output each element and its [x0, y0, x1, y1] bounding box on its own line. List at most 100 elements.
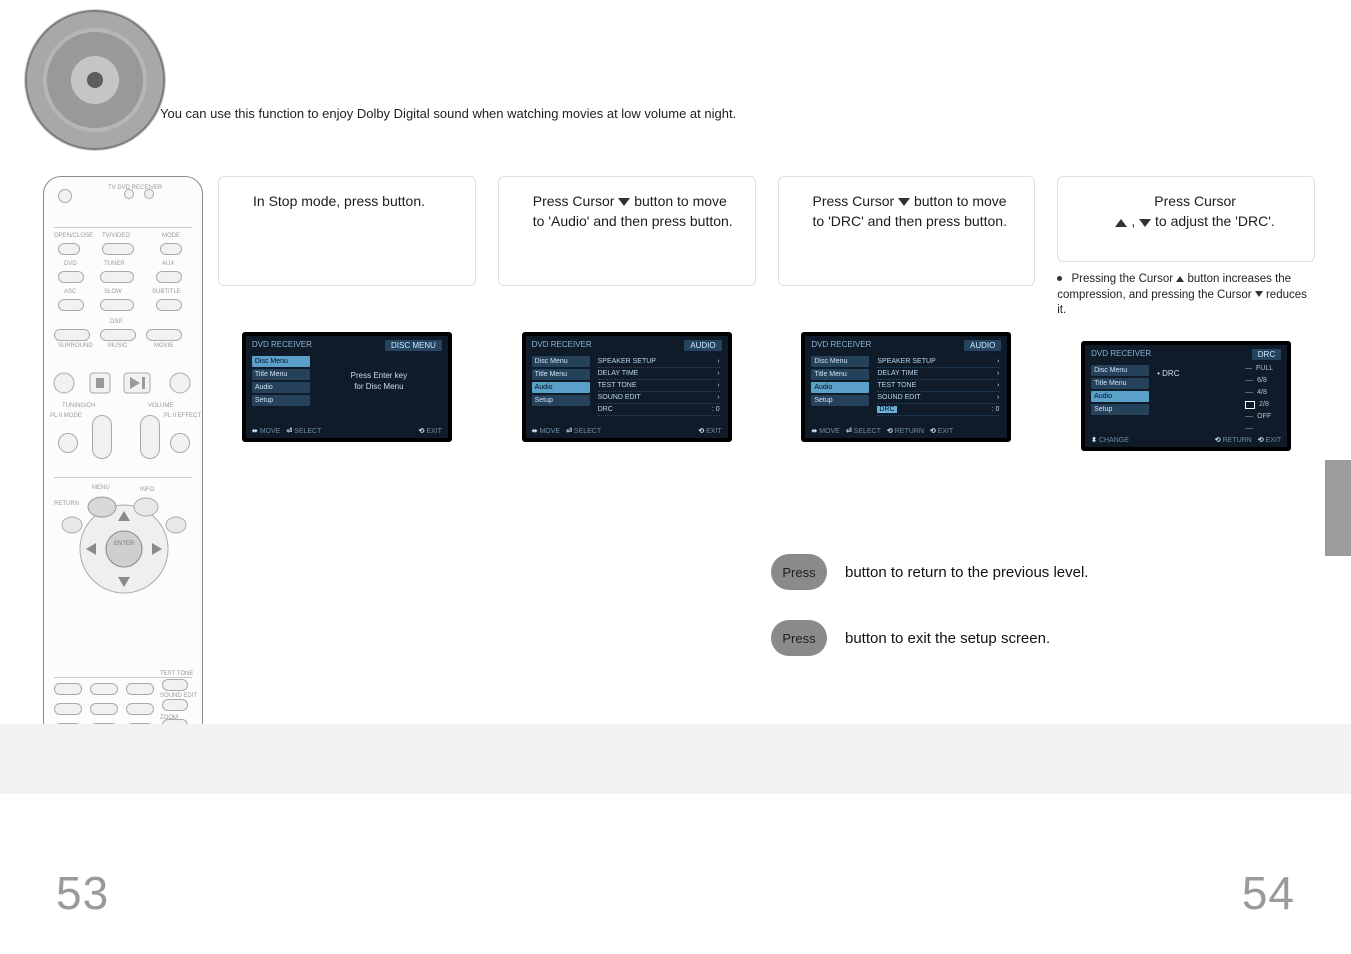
- speaker-graphic: [25, 10, 165, 150]
- osd-row: TEST TONE: [598, 382, 637, 389]
- osd-row: SPEAKER SETUP: [877, 358, 935, 365]
- osd-foot: MOVE: [819, 428, 840, 435]
- osd-item: Disc Menu: [252, 356, 310, 367]
- osd-preview-1: DVD RECEIVER DISC MENU Disc Menu Title M…: [242, 332, 452, 442]
- remote-button: [100, 271, 134, 283]
- step4-note: Pressing the Cursor button increases the…: [1057, 272, 1315, 319]
- osd-foot: EXIT: [706, 428, 722, 435]
- remote-label: MOVIE: [154, 343, 173, 349]
- remote-label: INFO: [140, 487, 154, 493]
- remote-button: [58, 271, 84, 283]
- step-4: Press Cursor , to adjust the 'DRC'. Pres…: [1057, 176, 1315, 506]
- remote-button: [58, 299, 84, 311]
- osd-item: Setup: [532, 395, 590, 406]
- osd-foot: MOVE: [539, 428, 560, 435]
- osd-foot: SELECT: [574, 428, 601, 435]
- osd-item: Disc Menu: [1091, 365, 1149, 376]
- note-text: Pressing the Cursor: [1071, 273, 1176, 285]
- remote-button: [156, 299, 182, 311]
- osd-row: DRC: [877, 406, 896, 413]
- remote-label: TUNING/CH: [62, 403, 95, 409]
- remote-label: MUSIC: [108, 343, 127, 349]
- osd-preview-3: DVD RECEIVER AUDIO Disc Menu Title Menu …: [801, 332, 1011, 442]
- osd-text: Press Enter key: [351, 371, 407, 380]
- hint-exit: Press button to exit the setup screen.: [771, 620, 1291, 656]
- remote-label: DSP: [110, 319, 122, 325]
- step-1: In Stop mode, press button. DVD RECEIVER…: [218, 176, 476, 506]
- remote-label: TEST TONE: [160, 671, 193, 677]
- remote-button: [100, 299, 134, 311]
- remote-label: TV/VIDEO: [102, 233, 130, 239]
- osd-value: : 0: [712, 406, 720, 413]
- remote-button: [156, 271, 182, 283]
- remote-label: OPEN/CLOSE: [54, 233, 93, 239]
- remote-label: ASC: [64, 289, 76, 295]
- cursor-up-icon: [1115, 219, 1127, 227]
- remote-label: RETURN: [54, 501, 79, 507]
- osd-tab: DVD RECEIVER: [532, 340, 592, 349]
- remote-label: AUX: [162, 261, 174, 267]
- led-icon: [124, 189, 134, 199]
- bottom-band: [0, 724, 1351, 794]
- remote-label: PL II EFFECT: [164, 413, 201, 419]
- osd-foot: ⬌ MOVE: [252, 427, 280, 435]
- osd-foot: RETURN: [1223, 437, 1252, 444]
- step4-text-b: to adjust the 'DRC'.: [1155, 213, 1275, 229]
- osd-item: Disc Menu: [811, 356, 869, 367]
- page-number-left: 53: [56, 866, 109, 920]
- remote-label: SOUND EDIT: [160, 693, 197, 699]
- step3-text-a: Press Cursor: [813, 193, 899, 209]
- remote-outline: TV DVD RECEIVER OPEN/CLOSE TV/VIDEO MODE…: [43, 176, 203, 756]
- remote-label: MODE: [162, 233, 180, 239]
- osd-row: SPEAKER SETUP: [598, 358, 656, 365]
- step-bubble: In Stop mode, press button.: [218, 176, 476, 286]
- osd-foot: SELECT: [854, 428, 881, 435]
- scale-label: 2/8: [1259, 401, 1269, 408]
- remote-label: VOLUME: [148, 403, 173, 409]
- osd-row: DELAY TIME: [598, 370, 639, 377]
- remote-label: MENU: [92, 485, 110, 491]
- osd-item: Disc Menu: [532, 356, 590, 367]
- page-number-right: 54: [1242, 866, 1295, 920]
- osd-row: DRC: [598, 406, 613, 413]
- remote-button: [58, 433, 78, 453]
- remote-button: [170, 433, 190, 453]
- osd-item: Title Menu: [252, 369, 310, 380]
- manual-spread: You can use this function to enjoy Dolby…: [0, 0, 1351, 954]
- cursor-down-icon: [1139, 219, 1151, 227]
- cursor-up-icon: [1176, 276, 1184, 282]
- remote-button: [58, 243, 80, 255]
- osd-foot: EXIT: [1266, 437, 1282, 444]
- scale-label: OFF: [1257, 413, 1271, 420]
- volume-rocker: [140, 415, 160, 459]
- remote-label: ZOOM: [160, 715, 178, 721]
- osd-item: Title Menu: [532, 369, 590, 380]
- power-icon: [58, 189, 72, 203]
- osd-preview-2: DVD RECEIVER AUDIO Disc Menu Title Menu …: [522, 332, 732, 442]
- hint-return: Press button to return to the previous l…: [771, 554, 1291, 590]
- hints: Press button to return to the previous l…: [771, 554, 1291, 686]
- osd-item: Title Menu: [811, 369, 869, 380]
- osd-foot: RETURN: [895, 428, 924, 435]
- osd-foot: CHANGE: [1099, 437, 1129, 444]
- step-bubble: Press Cursor , to adjust the 'DRC'.: [1057, 176, 1315, 262]
- osd-tab: DVD RECEIVER: [252, 340, 312, 349]
- step-bubble: Press Cursor button to move to 'Audio' a…: [498, 176, 756, 286]
- osd-foot: ⏎ SELECT: [286, 427, 321, 435]
- remote-label: ENTER: [114, 541, 134, 547]
- osd-chip: DRC: [1252, 349, 1281, 360]
- led-icon: [144, 189, 154, 199]
- osd-row: SOUND EDIT: [877, 394, 920, 401]
- osd-chip: DISC MENU: [385, 340, 442, 351]
- scale-label: 4/8: [1257, 389, 1267, 396]
- osd-item: Setup: [811, 395, 869, 406]
- osd-text: for Disc Menu: [354, 382, 403, 391]
- remote-button: [102, 243, 134, 255]
- step-3: Press Cursor button to move to 'DRC' and…: [778, 176, 1036, 506]
- osd-chip: AUDIO: [964, 340, 1001, 351]
- pill-label: Press: [782, 565, 815, 580]
- osd-row: DELAY TIME: [877, 370, 918, 377]
- osd-row: SOUND EDIT: [598, 394, 641, 401]
- cursor-down-icon: [898, 198, 910, 206]
- side-tab: [1325, 460, 1351, 556]
